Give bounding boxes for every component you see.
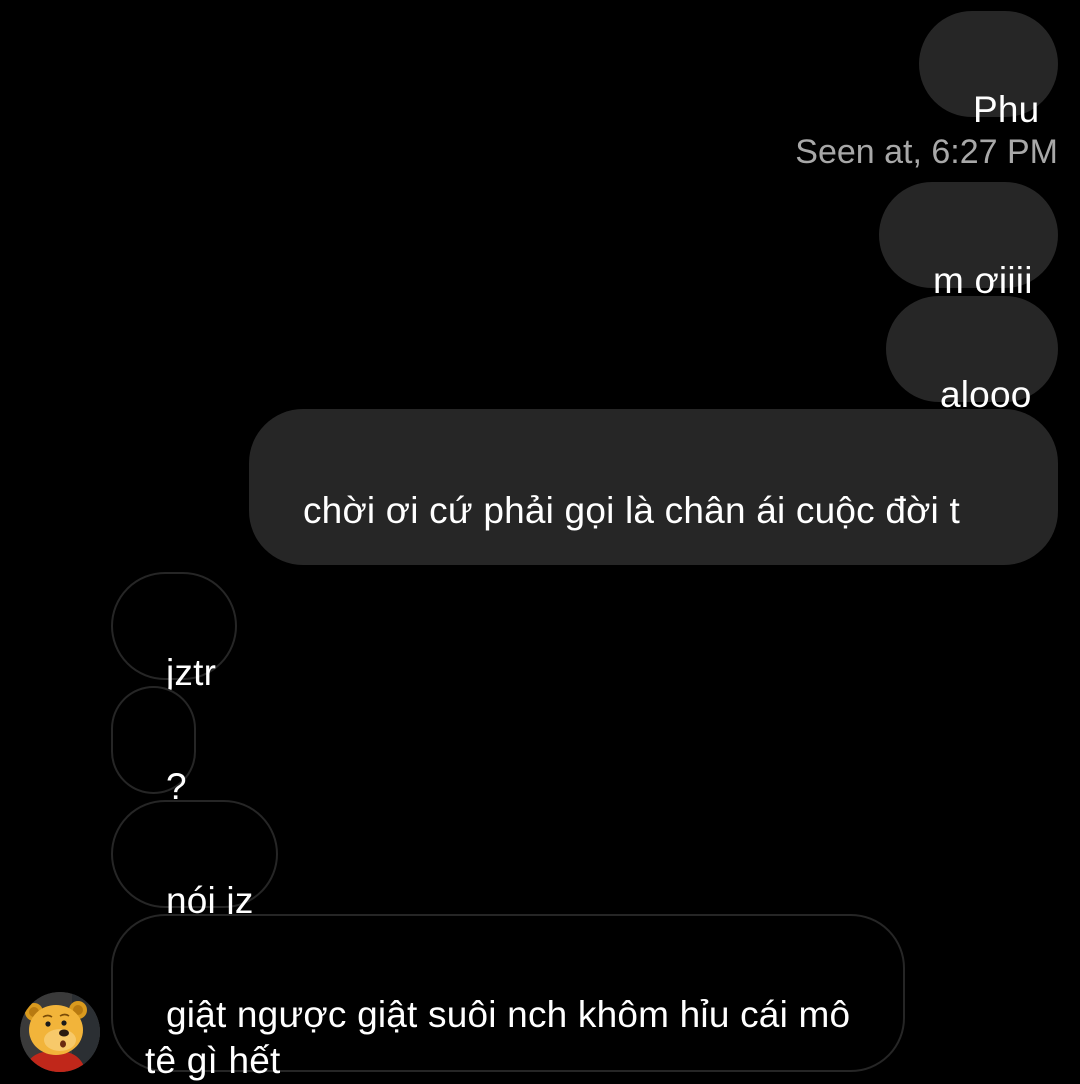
message-text: Phu — [972, 89, 1040, 130]
message-bubble-incoming[interactable]: giật ngược giật suôi nch khôm hỉu cái mô… — [111, 914, 905, 1081]
sender-avatar[interactable] — [20, 992, 100, 1072]
message-bubble-incoming[interactable]: ? — [111, 686, 196, 807]
message-text: jztr — [165, 652, 217, 693]
message-bubble-incoming[interactable]: nói jz — [111, 800, 278, 921]
winnie-the-pooh-avatar-icon — [20, 992, 100, 1072]
message-text: m ơiiii — [932, 260, 1033, 301]
seen-status: Seen at, 6:27 PM — [795, 133, 1058, 171]
message-text: chời ơi cứ phải gọi là chân ái cuộc đời … — [302, 490, 960, 531]
message-bubble-outgoing[interactable]: alooo — [886, 296, 1058, 415]
message-text: giật ngược giật suôi nch khôm hỉu cái mô… — [145, 994, 861, 1081]
message-bubble-incoming[interactable]: jztr — [111, 572, 237, 693]
message-bubble-outgoing[interactable]: Phu — [919, 11, 1058, 130]
message-bubble-outgoing[interactable]: m ơiiii — [879, 182, 1058, 301]
message-bubble-outgoing[interactable]: chời ơi cứ phải gọi là chân ái cuộc đời … — [249, 409, 1058, 565]
